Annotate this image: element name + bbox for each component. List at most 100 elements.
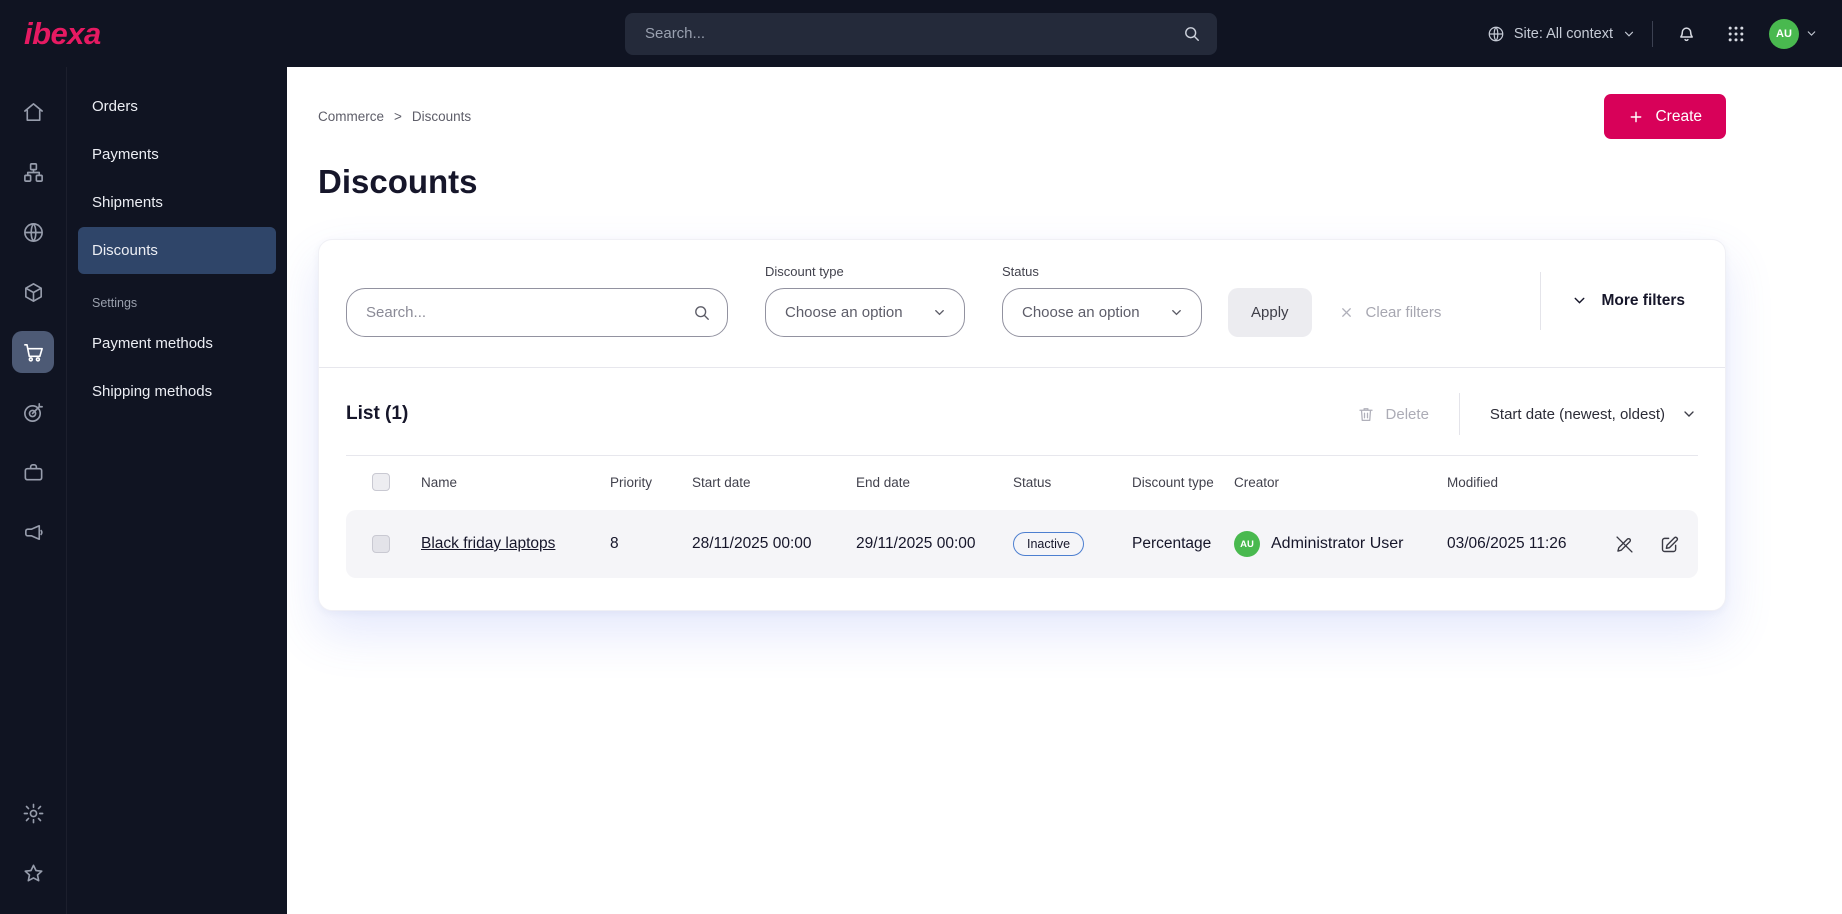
clear-filters-button[interactable]: Clear filters xyxy=(1339,288,1441,337)
apply-button[interactable]: Apply xyxy=(1228,288,1312,337)
briefcase-icon xyxy=(24,463,42,481)
user-avatar[interactable]: AU xyxy=(1769,18,1799,49)
main-content: Commerce > Discounts Create Discounts Se… xyxy=(287,67,1842,914)
column-header-modified[interactable]: Modified xyxy=(1447,475,1614,490)
chevron-down-icon xyxy=(1172,310,1181,316)
column-header-end-date[interactable]: End date xyxy=(856,475,1013,490)
sidebar-item-products[interactable] xyxy=(12,271,54,313)
home-icon xyxy=(23,102,43,121)
discounts-table: Name Priority Start date End date Status… xyxy=(346,455,1698,578)
row-checkbox[interactable] xyxy=(372,535,390,553)
chevron-down-icon xyxy=(1574,297,1585,304)
site-context-selector[interactable]: Site: All context xyxy=(1487,25,1636,43)
column-header-start-date[interactable]: Start date xyxy=(692,475,856,490)
breadcrumb-discounts[interactable]: Discounts xyxy=(412,109,471,124)
creator-avatar: AU xyxy=(1234,531,1260,557)
sidebar-item-workflow[interactable] xyxy=(12,451,54,493)
column-header-name[interactable]: Name xyxy=(421,475,610,490)
sidebar-item-marketing[interactable] xyxy=(12,511,54,553)
globe-icon xyxy=(1487,25,1505,43)
sidebar-item-content-structure[interactable] xyxy=(12,151,54,193)
star-icon xyxy=(23,864,43,882)
subnav-item-label: Orders xyxy=(92,98,138,115)
global-search[interactable] xyxy=(625,12,1217,55)
column-header-discount-type[interactable]: Discount type xyxy=(1132,475,1234,490)
notifications-button[interactable] xyxy=(1669,17,1703,51)
commerce-subnav: Orders Payments Shipments Discounts Sett… xyxy=(67,67,287,914)
status-badge: Inactive xyxy=(1013,531,1085,557)
list-title: List (1) xyxy=(346,403,409,424)
column-header-priority[interactable]: Priority xyxy=(610,475,692,490)
select-all-checkbox[interactable] xyxy=(372,473,390,491)
status-label: Status xyxy=(1002,264,1039,279)
sort-dropdown-label: Start date (newest, oldest) xyxy=(1489,405,1665,423)
sort-dropdown[interactable]: Start date (newest, oldest) xyxy=(1458,393,1697,435)
row-actions xyxy=(1614,534,1704,555)
site-context-label: Site: All context xyxy=(1513,25,1613,42)
status-value: Choose an option xyxy=(1022,304,1140,321)
status-select[interactable]: Choose an option xyxy=(1002,288,1202,337)
page-title: Discounts xyxy=(318,163,478,200)
shopping-cart-icon xyxy=(23,343,43,362)
sidebar-item-bookmarks[interactable] xyxy=(12,852,54,894)
subnav-item-label: Shipping methods xyxy=(92,383,213,400)
discount-type-value: Choose an option xyxy=(785,304,903,321)
cell-start-date: 28/11/2025 00:00 xyxy=(692,535,812,552)
ai-edit-disabled-button[interactable] xyxy=(1614,534,1635,555)
sidebar-item-home[interactable] xyxy=(12,91,54,133)
apps-menu-button[interactable] xyxy=(1719,17,1753,51)
subnav-item-discounts[interactable]: Discounts xyxy=(78,227,276,274)
filter-search[interactable] xyxy=(346,288,728,337)
subnav-item-payment-methods[interactable]: Payment methods xyxy=(78,320,276,367)
column-header-creator[interactable]: Creator xyxy=(1234,475,1447,490)
subnav-item-orders[interactable]: Orders xyxy=(78,83,276,130)
create-button[interactable]: Create xyxy=(1604,94,1726,139)
magic-pen-strikethrough-icon xyxy=(1616,535,1633,553)
table-header-row: Name Priority Start date End date Status… xyxy=(346,455,1698,506)
subnav-item-shipments[interactable]: Shipments xyxy=(78,179,276,226)
user-menu[interactable]: AU xyxy=(1769,18,1818,49)
apps-grid-icon xyxy=(1728,26,1744,41)
subnav-item-payments[interactable]: Payments xyxy=(78,131,276,178)
cube-icon xyxy=(24,282,42,302)
sidebar-item-commerce[interactable] xyxy=(12,331,54,373)
target-icon xyxy=(23,402,43,422)
edit-icon xyxy=(1661,536,1679,552)
subnav-item-label: Discounts xyxy=(92,242,158,259)
creator-name: Administrator User xyxy=(1271,535,1404,552)
globe-icon xyxy=(23,222,43,242)
subnav-item-label: Payment methods xyxy=(92,335,213,352)
ibexa-logo[interactable]: ibexa xyxy=(24,16,101,52)
more-filters-button[interactable]: More filters xyxy=(1540,271,1685,330)
edit-button[interactable] xyxy=(1659,534,1680,555)
filter-search-input[interactable] xyxy=(366,304,692,321)
subnav-item-label: Payments xyxy=(92,146,159,163)
breadcrumb: Commerce > Discounts xyxy=(318,109,471,124)
discount-name-link[interactable]: Black friday laptops xyxy=(421,535,555,552)
column-header-status[interactable]: Status xyxy=(1013,475,1132,490)
topbar: ibexa Site: All context AU xyxy=(0,0,1842,67)
close-icon xyxy=(1341,308,1351,317)
breadcrumb-commerce[interactable]: Commerce xyxy=(318,109,384,124)
list-header: List (1) Delete Start date (newest, olde… xyxy=(319,368,1725,455)
delete-button-label: Delete xyxy=(1385,405,1429,423)
chevron-down-icon xyxy=(1624,31,1634,37)
subnav-item-label: Shipments xyxy=(92,194,163,211)
chevron-down-icon xyxy=(1807,31,1816,36)
global-search-input[interactable] xyxy=(645,25,1182,42)
filter-bar: Discount type Choose an option Status Ch… xyxy=(319,240,1725,367)
discounts-panel: Discount type Choose an option Status Ch… xyxy=(318,239,1726,611)
topbar-divider xyxy=(1652,20,1653,47)
table-row: Black friday laptops 8 28/11/2025 00:00 … xyxy=(346,510,1698,578)
discount-type-select[interactable]: Choose an option xyxy=(765,288,965,337)
sidebar-item-settings[interactable] xyxy=(12,792,54,834)
subnav-item-shipping-methods[interactable]: Shipping methods xyxy=(78,368,276,415)
sidebar-item-personalization[interactable] xyxy=(12,391,54,433)
breadcrumb-separator: > xyxy=(394,109,402,124)
sidebar-icon-rail xyxy=(0,67,67,914)
delete-button[interactable]: Delete xyxy=(1357,405,1429,423)
cell-priority: 8 xyxy=(610,535,619,552)
bell-icon xyxy=(1679,27,1693,42)
sidebar-item-site[interactable] xyxy=(12,211,54,253)
search-icon xyxy=(1182,24,1201,43)
